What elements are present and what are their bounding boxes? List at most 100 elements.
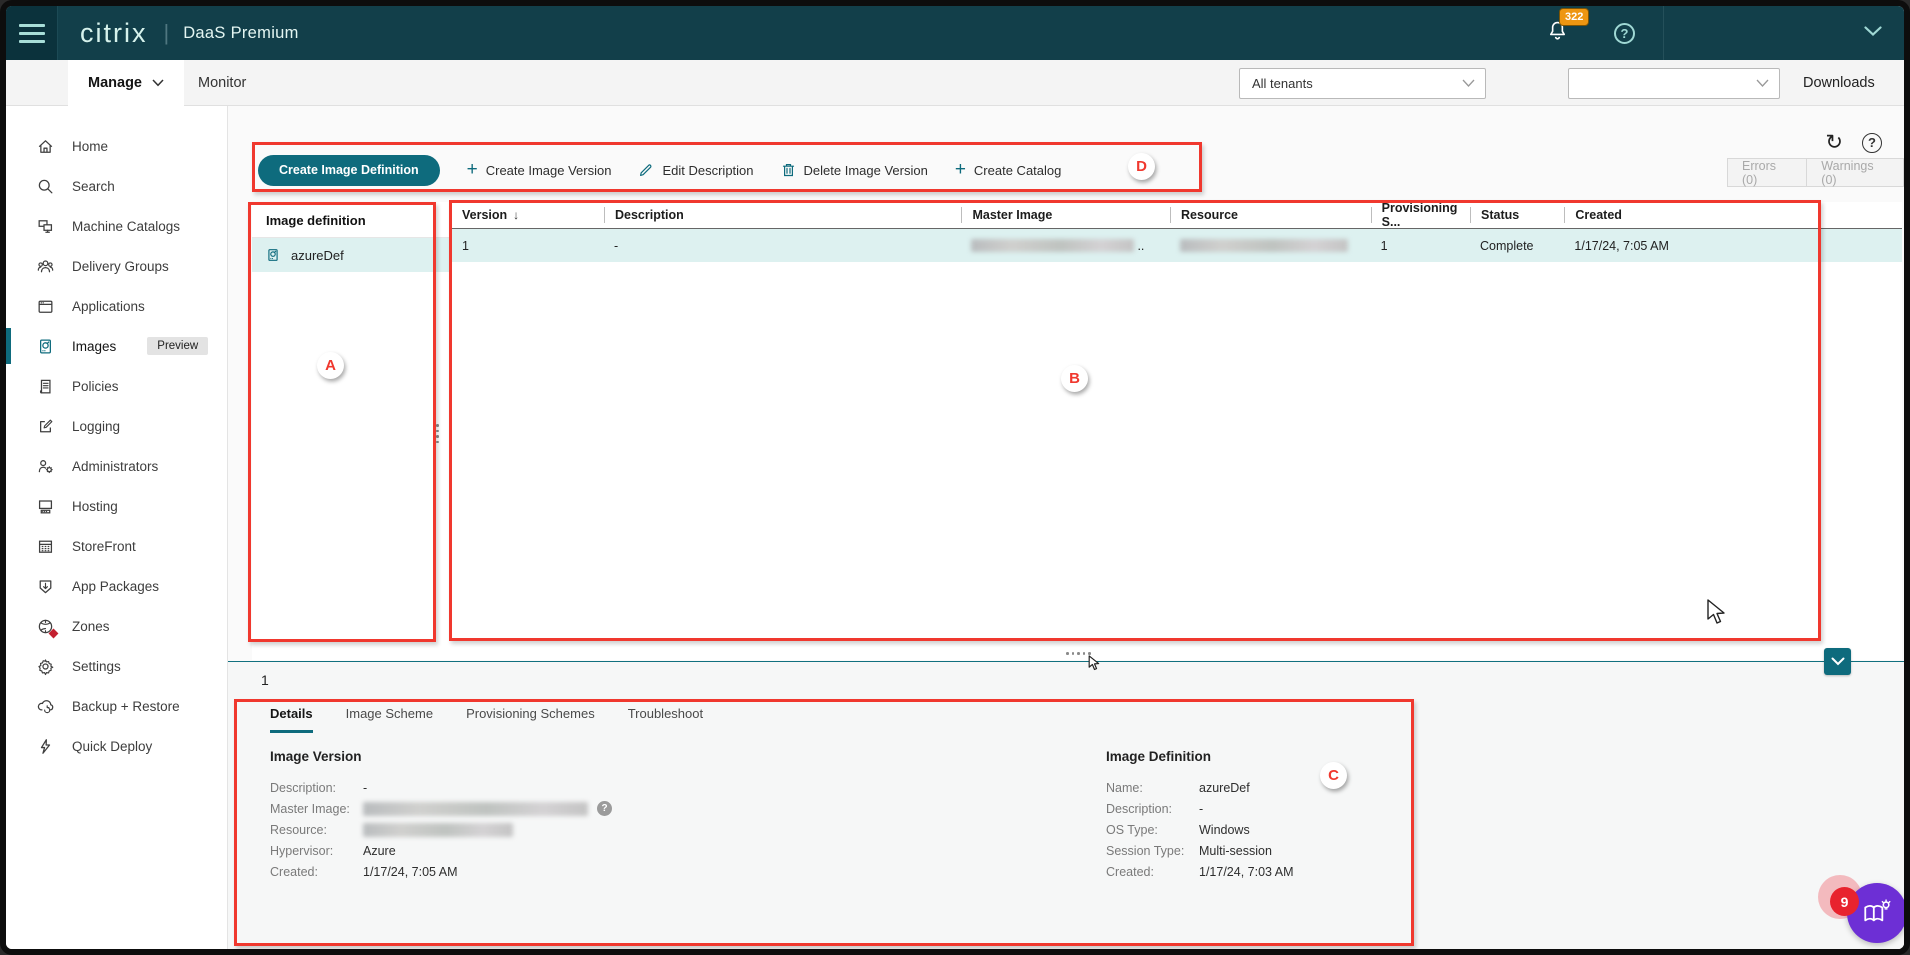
image-definition-panel-title: Image definition (252, 202, 452, 238)
tab-monitor[interactable]: Monitor (198, 60, 246, 106)
selected-count: 1 (261, 672, 269, 688)
errors-button[interactable]: Errors (0) (1727, 158, 1807, 187)
cell-status: Complete (1470, 239, 1564, 253)
tenant-filter-select[interactable]: All tenants (1239, 68, 1486, 99)
hamburger-menu-icon[interactable] (6, 6, 58, 60)
column-header-created[interactable]: Created (1564, 207, 1902, 223)
tab-troubleshoot[interactable]: Troubleshoot (628, 706, 703, 733)
image-definition-fields: Name: azureDef Description: - OS Type: W… (1106, 777, 1294, 882)
top-app-bar: citrix | DaaS Premium 322 ? (6, 6, 1904, 60)
sidebar-item-search[interactable]: Search (6, 166, 227, 206)
horizontal-splitter-handle[interactable] (1066, 652, 1091, 655)
create-image-definition-button[interactable]: Create Image Definition (258, 155, 440, 186)
applications-icon (36, 297, 55, 316)
tab-details[interactable]: Details (270, 706, 313, 733)
column-header-version[interactable]: Version↓ (452, 207, 604, 223)
sidebar-item-home[interactable]: Home (6, 126, 227, 166)
delivery-groups-icon (36, 257, 55, 276)
cell-description: - (604, 239, 961, 253)
sidebar-item-policies[interactable]: Policies (6, 366, 227, 406)
table-header-row: Version↓ Description Master Image Resour… (452, 202, 1902, 229)
sidebar-item-hosting[interactable]: Hosting (6, 486, 227, 526)
details-pane-divider (228, 661, 1904, 662)
collapse-details-button[interactable] (1824, 648, 1851, 675)
sidebar-item-backup-restore[interactable]: Backup + Restore (6, 686, 227, 726)
sidebar-item-machine-catalogs[interactable]: Machine Catalogs (6, 206, 227, 246)
sidebar-item-settings[interactable]: Settings (6, 646, 227, 686)
vertical-splitter-handle[interactable] (436, 424, 439, 443)
edit-description-button[interactable]: Edit Description (638, 162, 753, 178)
chevron-down-icon (1462, 79, 1475, 88)
sidebar-item-administrators[interactable]: Administrators (6, 446, 227, 486)
delete-image-version-button[interactable]: Delete Image Version (781, 162, 928, 178)
open-book-icon (1861, 899, 1893, 927)
sidebar-item-images[interactable]: Images Preview (6, 326, 227, 366)
plus-icon: + (467, 160, 478, 179)
field-row: Resource: (270, 819, 612, 840)
downloads-link[interactable]: Downloads (1803, 60, 1875, 106)
image-versions-table: Version↓ Description Master Image Resour… (452, 202, 1902, 660)
search-icon (36, 177, 55, 196)
tab-manage[interactable]: Manage (68, 60, 184, 106)
cell-provisioning: 1 (1371, 239, 1470, 253)
field-row: Master Image: ? (270, 798, 612, 819)
plus-icon: + (955, 160, 966, 179)
sidebar-item-storefront[interactable]: StoreFront (6, 526, 227, 566)
field-row: Created: 1/17/24, 7:05 AM (270, 861, 612, 882)
chevron-down-icon (1756, 79, 1769, 88)
topbar-divider (1663, 6, 1664, 60)
sidebar-item-quick-deploy[interactable]: Quick Deploy (6, 726, 227, 766)
table-row[interactable]: 1 - .. 1 Complete 1/17/24, 7:05 AM (452, 229, 1902, 262)
product-title: DaaS Premium (183, 24, 298, 43)
chevron-down-icon (152, 79, 164, 87)
details-tabs: Details Image Scheme Provisioning Scheme… (270, 706, 703, 733)
zones-icon-wrap (36, 617, 55, 636)
sidebar-item-delivery-groups[interactable]: Delivery Groups (6, 246, 227, 286)
field-row: OS Type: Windows (1106, 819, 1294, 840)
column-header-description[interactable]: Description (604, 207, 961, 223)
logo-divider: | (164, 20, 170, 46)
create-catalog-button[interactable]: + Create Catalog (955, 162, 1062, 179)
refresh-icon[interactable]: ↻ (1825, 132, 1843, 153)
column-header-resource[interactable]: Resource (1170, 207, 1371, 223)
machine-catalogs-icon (36, 217, 55, 236)
tab-image-scheme[interactable]: Image Scheme (346, 706, 433, 733)
image-version-heading: Image Version (270, 749, 362, 764)
notification-count-badge: 322 (1559, 8, 1589, 26)
account-chevron-down-icon[interactable] (1864, 24, 1882, 42)
guide-notification-badge: 9 (1830, 887, 1859, 916)
sidebar-item-zones[interactable]: Zones (6, 606, 227, 646)
tab-provisioning-schemes[interactable]: Provisioning Schemes (466, 706, 595, 733)
field-row: Description: - (1106, 798, 1294, 819)
redacted-resource (1180, 239, 1348, 252)
redacted-master-image-value: ? (363, 801, 612, 816)
help-button[interactable]: ? (1614, 23, 1635, 44)
service-nav-bar: Manage Monitor All tenants Downloads (6, 60, 1904, 106)
image-definition-list-item[interactable]: azureDef (252, 238, 452, 272)
cell-resource (1170, 239, 1371, 252)
column-header-master-image[interactable]: Master Image (961, 207, 1170, 223)
help-icon[interactable]: ? (597, 801, 612, 816)
sidebar-item-applications[interactable]: Applications (6, 286, 227, 326)
page-help-icon[interactable]: ? (1862, 133, 1882, 153)
topbar-actions: 322 ? (1547, 6, 1904, 60)
warnings-button[interactable]: Warnings (0) (1807, 158, 1904, 187)
logging-icon (36, 417, 55, 436)
cell-version: 1 (452, 239, 604, 253)
policies-icon (36, 377, 55, 396)
images-toolbar: Create Image Definition + Create Image V… (258, 154, 1061, 186)
create-image-version-button[interactable]: + Create Image Version (467, 162, 612, 179)
column-header-provisioning[interactable]: Provisioning S... (1371, 207, 1470, 223)
sidebar-item-app-packages[interactable]: App Packages (6, 566, 227, 606)
content-top-icons: ↻ ? (1825, 132, 1882, 153)
hosting-icon (36, 497, 55, 516)
sidebar-item-logging[interactable]: Logging (6, 406, 227, 446)
chevron-down-icon (1831, 657, 1845, 666)
app-packages-icon (36, 577, 55, 596)
notifications-button[interactable]: 322 (1547, 20, 1568, 47)
field-row: Hypervisor: Azure (270, 840, 612, 861)
secondary-filter-select[interactable] (1568, 68, 1780, 99)
column-header-status[interactable]: Status (1470, 207, 1564, 223)
field-row: Description: - (270, 777, 612, 798)
pencil-icon (638, 162, 654, 178)
